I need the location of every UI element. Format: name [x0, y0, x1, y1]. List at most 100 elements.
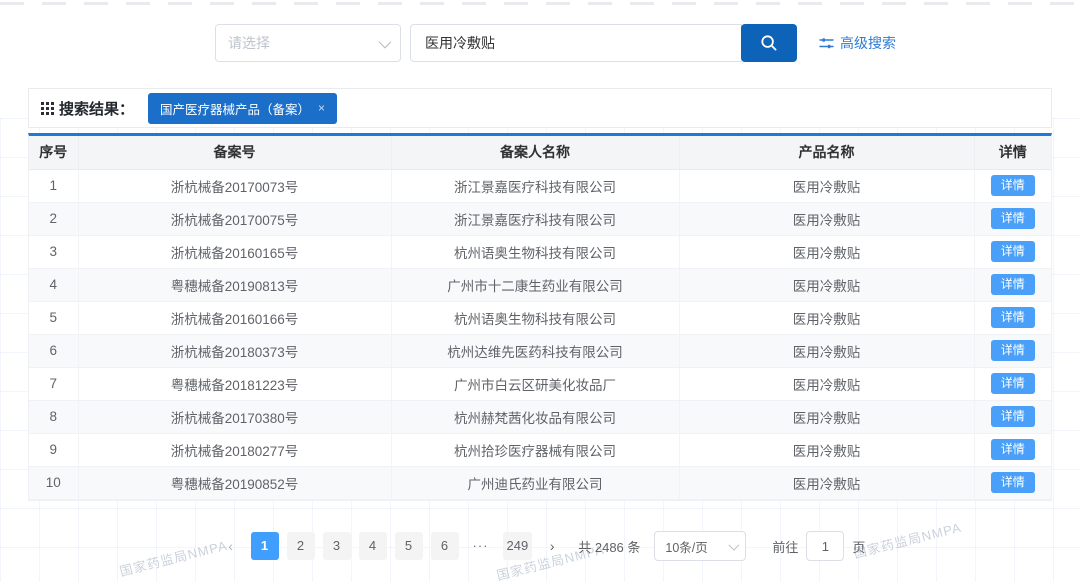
cell-record-no: 浙杭械备20170075号: [78, 202, 392, 236]
page-button-5[interactable]: 5: [394, 532, 423, 560]
detail-button[interactable]: 详情: [990, 273, 1035, 296]
detail-button[interactable]: 详情: [990, 438, 1035, 461]
detail-button[interactable]: 详情: [990, 174, 1035, 197]
cell-detail: 详情: [974, 202, 1051, 236]
search-bar: 请选择 高级搜索: [215, 24, 896, 62]
table-row: 6 浙杭械备20180373号 杭州达维先医药科技有限公司 医用冷敷贴 详情: [29, 334, 1051, 368]
cell-record-no: 粤穗械备20190852号: [78, 466, 392, 500]
cell-holder: 广州迪氏药业有限公司: [391, 466, 680, 500]
cell-detail: 详情: [974, 367, 1051, 401]
filter-tag[interactable]: 国产医疗器械产品（备案） ×: [148, 92, 338, 124]
table-row: 7 粤穗械备20181223号 广州市白云区研美化妆品厂 医用冷敷贴 详情: [29, 367, 1051, 401]
cell-holder: 杭州达维先医药科技有限公司: [391, 334, 680, 368]
page-buttons: 123456: [247, 532, 463, 560]
cell-record-no: 粤穗械备20181223号: [78, 367, 392, 401]
results-label-text: 搜索结果：: [59, 100, 135, 118]
cell-index: 2: [29, 202, 79, 236]
cell-index: 10: [29, 466, 79, 500]
table-row: 10 粤穗械备20190852号 广州迪氏药业有限公司 医用冷敷贴 详情: [29, 466, 1051, 500]
results-table: 序号 备案号 备案人名称 产品名称 详情 1 浙杭械备20170073号 浙江景…: [29, 136, 1051, 500]
chevron-down-icon: [728, 539, 740, 550]
cell-detail: 详情: [974, 235, 1051, 269]
cell-product: 医用冷敷贴: [679, 433, 975, 467]
cell-index: 1: [29, 169, 79, 203]
cell-record-no: 浙杭械备20160166号: [78, 301, 392, 335]
last-page-button[interactable]: 249: [502, 532, 533, 560]
advanced-search-label: 高级搜索: [840, 35, 896, 51]
cell-holder: 杭州语奥生物科技有限公司: [391, 235, 680, 269]
pagination: ‹ 123456 ··· 249 › 共 2486 条 10条/页 前往 页: [28, 531, 1052, 561]
results-label: 搜索结果：: [41, 98, 134, 119]
header-holder: 备案人名称: [391, 136, 680, 170]
page-size-value: 10条/页: [665, 540, 708, 555]
filter-tag-text: 国产医疗器械产品（备案）: [160, 102, 311, 117]
search-input[interactable]: [410, 24, 742, 62]
cell-product: 医用冷敷贴: [679, 268, 975, 302]
cell-record-no: 浙杭械备20170073号: [78, 169, 392, 203]
grid-icon: [41, 101, 54, 115]
cell-detail: 详情: [974, 466, 1051, 500]
header-index: 序号: [29, 136, 79, 170]
next-page-icon[interactable]: ›: [540, 532, 564, 560]
table-row: 1 浙杭械备20170073号 浙江景嘉医疗科技有限公司 医用冷敷贴 详情: [29, 169, 1051, 203]
results-bar: 搜索结果： 国产医疗器械产品（备案） ×: [28, 88, 1052, 128]
goto-label: 前往: [772, 539, 799, 555]
goto-suffix: 页: [852, 539, 866, 555]
chevron-down-icon: [378, 35, 392, 48]
cell-detail: 详情: [974, 268, 1051, 302]
cell-record-no: 浙杭械备20170380号: [78, 400, 392, 434]
detail-button[interactable]: 详情: [990, 471, 1035, 494]
goto-page: 前往 页: [772, 531, 865, 561]
cell-holder: 广州市十二康生药业有限公司: [391, 268, 680, 302]
cell-product: 医用冷敷贴: [679, 466, 975, 500]
total-count: 共 2486 条: [578, 539, 641, 555]
cell-product: 医用冷敷贴: [679, 400, 975, 434]
ellipsis-pages[interactable]: ···: [467, 532, 495, 560]
detail-button[interactable]: 详情: [990, 240, 1035, 263]
cell-product: 医用冷敷贴: [679, 235, 975, 269]
search-icon: [759, 33, 779, 53]
cell-index: 4: [29, 268, 79, 302]
page-button-3[interactable]: 3: [322, 532, 351, 560]
cell-product: 医用冷敷贴: [679, 169, 975, 203]
cell-detail: 详情: [974, 301, 1051, 335]
detail-button[interactable]: 详情: [990, 306, 1035, 329]
cell-product: 医用冷敷贴: [679, 301, 975, 335]
detail-button[interactable]: 详情: [990, 207, 1035, 230]
cell-detail: 详情: [974, 433, 1051, 467]
top-watermark-dashes: [0, 2, 1080, 5]
detail-button[interactable]: 详情: [990, 405, 1035, 428]
prev-page-icon[interactable]: ‹: [219, 532, 243, 560]
page-button-1[interactable]: 1: [250, 532, 279, 560]
results-table-card: 序号 备案号 备案人名称 产品名称 详情 1 浙杭械备20170073号 浙江景…: [28, 133, 1052, 501]
table-header-row: 序号 备案号 备案人名称 产品名称 详情: [29, 136, 1051, 170]
page-button-2[interactable]: 2: [286, 532, 315, 560]
page-button-4[interactable]: 4: [358, 532, 387, 560]
cell-holder: 浙江景嘉医疗科技有限公司: [391, 202, 680, 236]
advanced-search-link[interactable]: 高级搜索: [819, 33, 896, 53]
cell-holder: 杭州语奥生物科技有限公司: [391, 301, 680, 335]
cell-index: 9: [29, 433, 79, 467]
cell-index: 5: [29, 301, 79, 335]
page-size-select[interactable]: 10条/页: [654, 531, 747, 561]
cell-detail: 详情: [974, 334, 1051, 368]
cell-product: 医用冷敷贴: [679, 334, 975, 368]
table-row: 4 粤穗械备20190813号 广州市十二康生药业有限公司 医用冷敷贴 详情: [29, 268, 1051, 302]
cell-holder: 杭州赫梵茜化妆品有限公司: [391, 400, 680, 434]
cell-record-no: 浙杭械备20180373号: [78, 334, 392, 368]
table-row: 2 浙杭械备20170075号 浙江景嘉医疗科技有限公司 医用冷敷贴 详情: [29, 202, 1051, 236]
cell-index: 7: [29, 367, 79, 401]
detail-button[interactable]: 详情: [990, 339, 1035, 362]
cell-index: 8: [29, 400, 79, 434]
cell-holder: 浙江景嘉医疗科技有限公司: [391, 169, 680, 203]
table-row: 9 浙杭械备20180277号 杭州拾珍医疗器械有限公司 医用冷敷贴 详情: [29, 433, 1051, 467]
search-button[interactable]: [741, 24, 797, 62]
detail-button[interactable]: 详情: [990, 372, 1035, 395]
page-button-6[interactable]: 6: [430, 532, 459, 560]
tag-close-icon[interactable]: ×: [318, 102, 325, 114]
goto-page-input[interactable]: [806, 531, 845, 561]
filter-sliders-icon: [819, 37, 834, 50]
cell-index: 3: [29, 235, 79, 269]
cell-holder: 广州市白云区研美化妆品厂: [391, 367, 680, 401]
category-select[interactable]: 请选择: [215, 24, 401, 62]
